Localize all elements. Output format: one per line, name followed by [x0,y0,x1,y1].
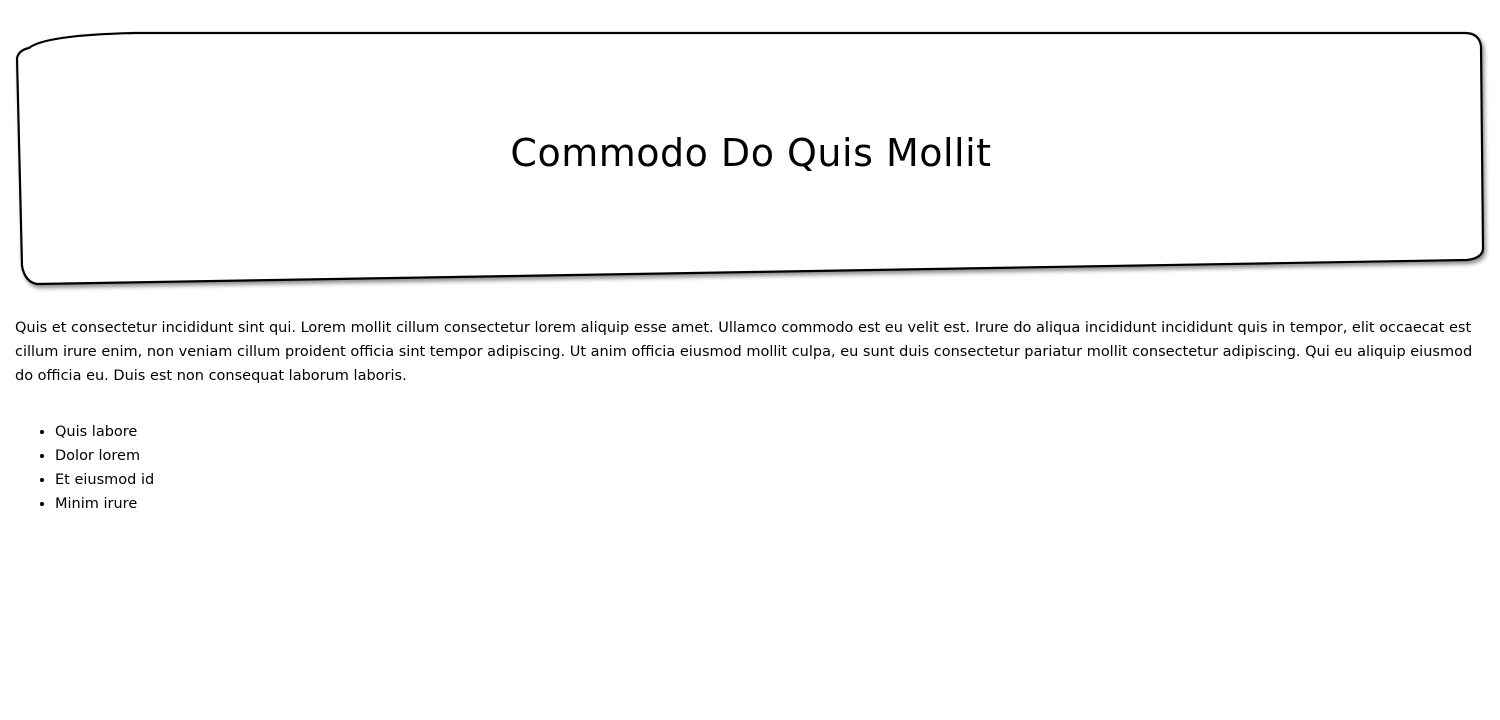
header-card: Commodo Do Quis Mollit [15,30,1487,287]
list-item: Quis labore [55,420,154,444]
body-paragraph: Quis et consectetur incididunt sint qui.… [15,320,1473,384]
list-item: Et eiusmod id [55,468,154,492]
list-item: Dolor lorem [55,444,154,468]
bullet-list: Quis labore Dolor lorem Et eiusmod id Mi… [15,420,154,516]
list-item: Minim irure [55,492,154,516]
page-title: Commodo Do Quis Mollit [510,130,992,175]
page: Commodo Do Quis Mollit Quis et consectet… [0,0,1500,720]
